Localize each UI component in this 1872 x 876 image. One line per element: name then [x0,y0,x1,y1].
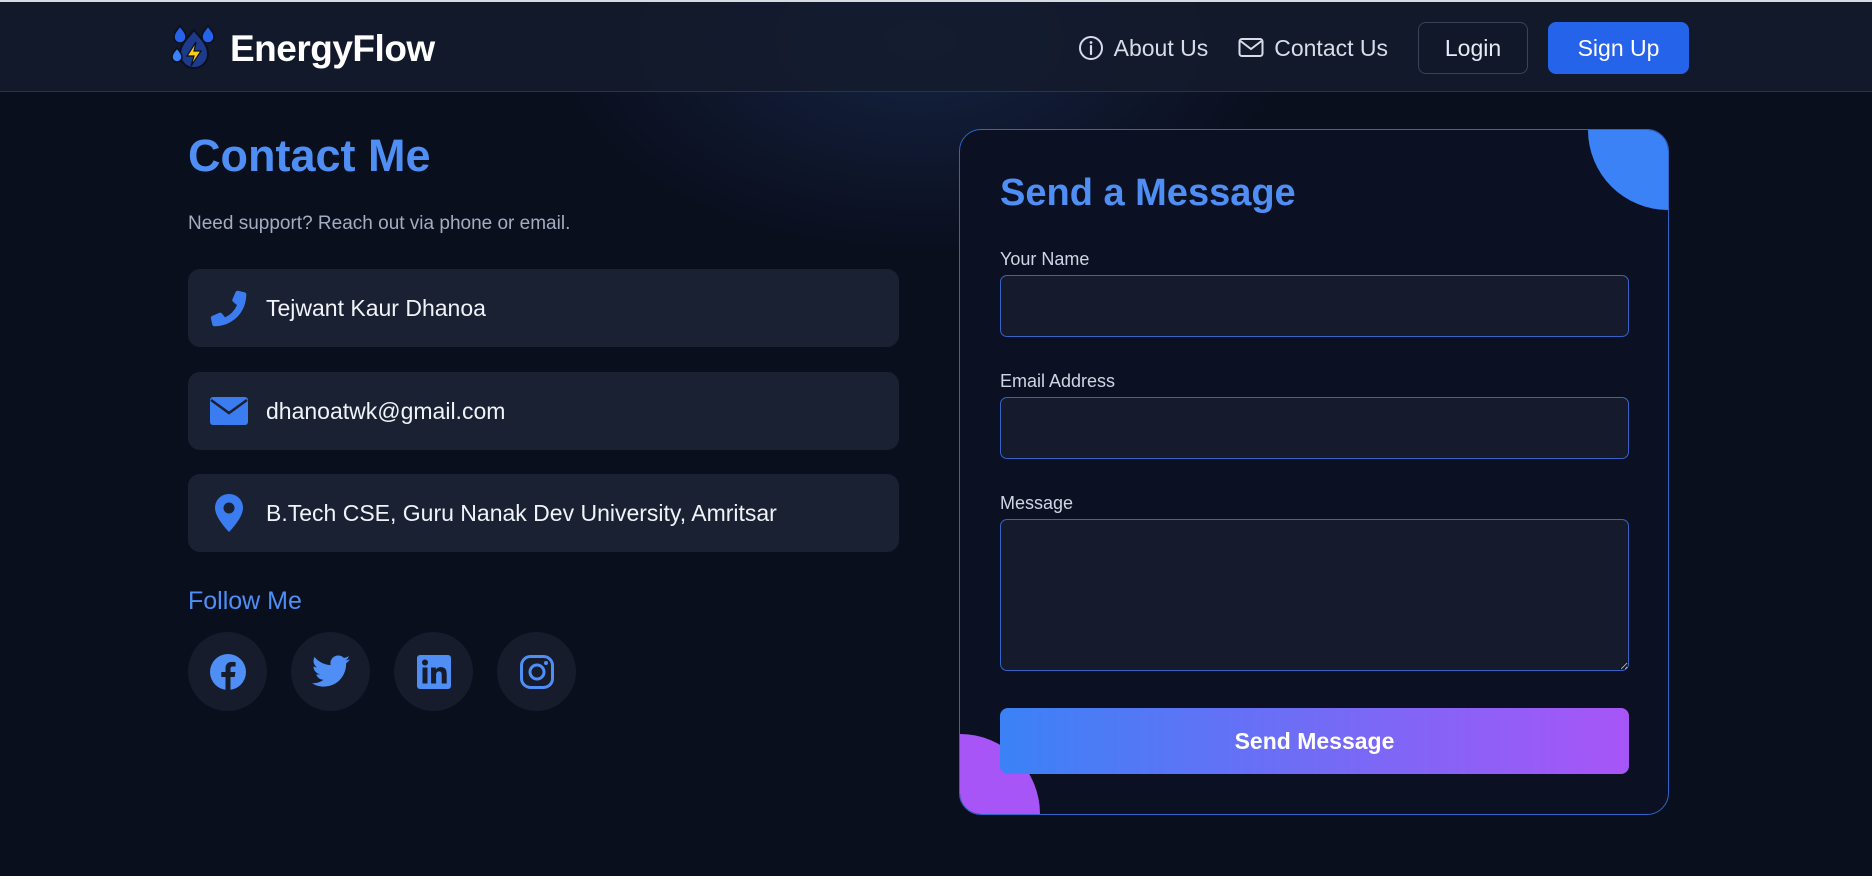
name-input[interactable] [1000,275,1629,337]
contact-title: Contact Me [188,130,431,181]
email-label: Email Address [1000,371,1116,391]
email-input[interactable] [1000,397,1629,459]
message-form-card: Send a Message Your Name Email Address M… [959,129,1669,815]
facebook-link[interactable] [188,632,267,711]
phone-icon [208,287,250,329]
linkedin-icon [416,654,451,689]
message-textarea[interactable] [1000,519,1629,671]
message-label: Message [1000,493,1074,513]
instagram-icon [519,654,554,689]
linkedin-link[interactable] [394,632,473,711]
contact-subtitle: Need support? Reach out via phone or ema… [188,213,571,234]
twitter-icon [311,655,350,687]
energy-drop-logo-icon [171,24,215,69]
login-button[interactable]: Login [1418,22,1528,74]
form-title: Send a Message [1000,172,1296,214]
nav-contact-label: Contact Us [1274,34,1388,61]
phone-card: Tejwant Kaur Dhanoa [188,269,899,347]
send-message-button[interactable]: Send Message [1000,708,1629,774]
map-pin-icon [208,492,250,534]
follow-title: Follow Me [188,587,302,615]
info-circle-icon [1078,36,1103,60]
facebook-icon [209,653,246,690]
phone-card-text: Tejwant Kaur Dhanoa [266,294,486,321]
twitter-link[interactable] [291,632,370,711]
brand-name: EnergyFlow [230,28,435,69]
instagram-link[interactable] [497,632,576,711]
nav-actions: About Us Contact Us Login Sign Up [1078,22,1689,74]
signup-button[interactable]: Sign Up [1548,22,1689,74]
name-label: Your Name [1000,249,1090,269]
social-links [188,632,600,711]
envelope-outline-icon [1238,38,1264,57]
email-card-text: dhanoatwk@gmail.com [266,397,506,424]
location-card-text: B.Tech CSE, Guru Nanak Dev University, A… [266,499,777,526]
brand[interactable]: EnergyFlow [168,24,435,74]
top-navbar: EnergyFlow About Us Contact Us Login Sig… [0,0,1872,92]
nav-about-link[interactable]: About Us [1078,34,1209,62]
location-card: B.Tech CSE, Guru Nanak Dev University, A… [188,474,899,552]
decorative-blue-circle [1588,130,1668,210]
envelope-icon [208,390,250,432]
email-card: dhanoatwk@gmail.com [188,372,899,450]
nav-about-label: About Us [1113,34,1209,61]
nav-contact-link[interactable]: Contact Us [1238,35,1388,62]
